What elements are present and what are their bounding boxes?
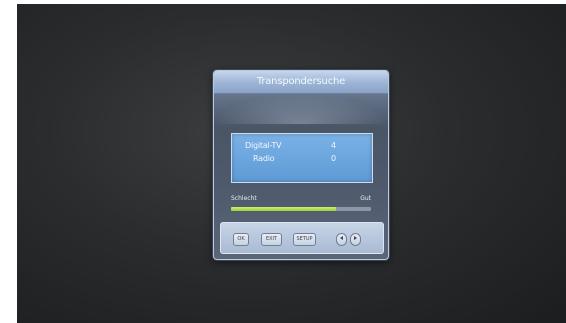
button-bar: OK EXIT SETUP (220, 222, 384, 254)
left-button[interactable] (336, 233, 347, 246)
setup-button[interactable]: SETUP (293, 233, 316, 246)
signal-good-label: Gut (360, 195, 371, 202)
signal-weak-label: Schlecht (231, 195, 257, 202)
arrow-left-icon (340, 236, 343, 240)
right-button[interactable] (350, 233, 361, 246)
digital-tv-count: 4 (331, 141, 336, 150)
dialog-header-shine (214, 94, 388, 124)
radio-count: 0 (331, 154, 336, 163)
ok-button[interactable]: OK (233, 233, 249, 246)
search-results-panel: Digital-TV 4 Radio 0 (231, 133, 373, 183)
dialog-title: Transpondersuche (214, 71, 388, 94)
digital-tv-label: Digital-TV (245, 141, 282, 150)
signal-quality-labels: Schlecht Gut (231, 195, 371, 205)
signal-quality-bar (231, 207, 371, 211)
signal-quality-fill (231, 207, 336, 211)
arrow-right-icon (354, 236, 357, 240)
transponder-search-dialog: Transpondersuche Digital-TV 4 Radio 0 Sc… (213, 70, 389, 260)
exit-button[interactable]: EXIT (261, 233, 282, 246)
radio-label: Radio (253, 154, 275, 163)
